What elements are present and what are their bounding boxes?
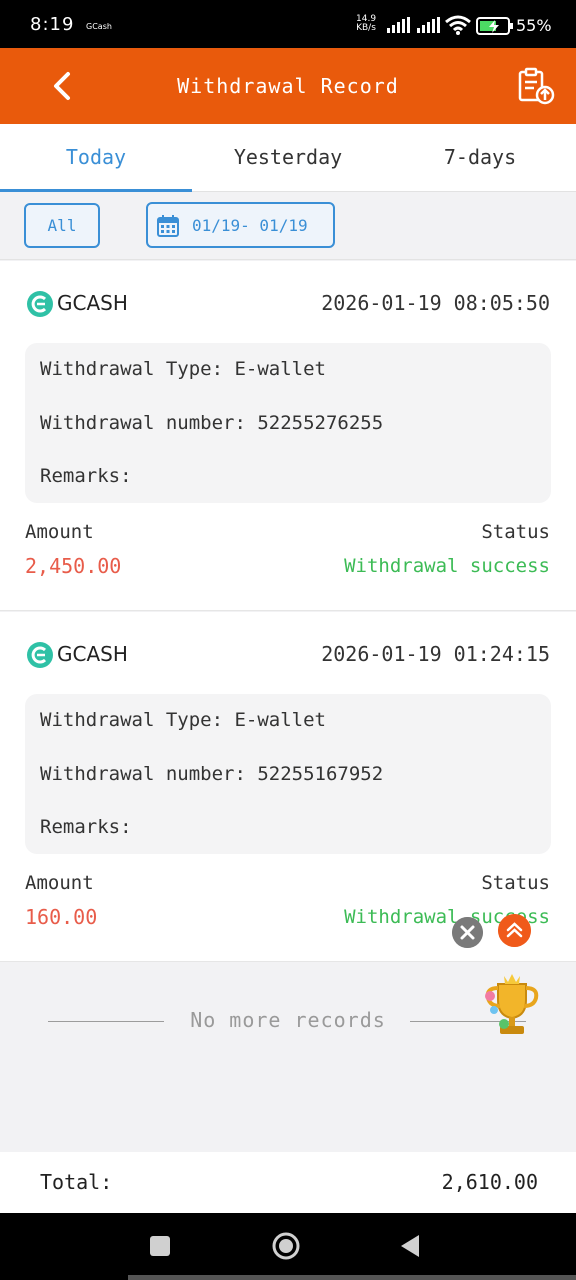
network-speed-unit: KB/s xyxy=(356,23,376,33)
scroll-to-top-icon[interactable] xyxy=(498,914,531,947)
record-channel: GCASH xyxy=(57,642,128,666)
withdrawal-record: GCASH 2026-01-19 08:05:50 Withdrawal Typ… xyxy=(0,261,576,611)
gesture-handle xyxy=(128,1275,576,1280)
status-label: Status xyxy=(481,521,550,543)
date-tabs: Today Yesterday 7-days xyxy=(0,124,576,192)
remarks: Remarks: xyxy=(40,465,132,487)
filter-bar: All 01/19- 01/19 xyxy=(0,192,576,260)
record-datetime: 2026-01-19 01:24:15 xyxy=(321,642,550,666)
notification-app-label: GCash xyxy=(86,22,112,31)
trophy-icon[interactable] xyxy=(480,970,544,1042)
date-range-text: 01/19- 01/19 xyxy=(192,216,308,235)
record-amount: 2,450.00 xyxy=(25,554,122,578)
date-range-button[interactable]: 01/19- 01/19 xyxy=(146,202,335,248)
home-icon[interactable] xyxy=(272,1232,300,1260)
withdrawal-record: GCASH 2026-01-19 01:24:15 Withdrawal Typ… xyxy=(0,612,576,962)
type-filter-button[interactable]: All xyxy=(24,203,100,248)
record-channel: GCASH xyxy=(57,291,128,315)
close-icon[interactable] xyxy=(452,917,483,948)
signal-icon xyxy=(387,17,410,33)
record-status: Withdrawal success xyxy=(344,555,550,577)
gcash-logo-icon xyxy=(27,642,53,668)
withdrawal-type: Withdrawal Type: E-wallet xyxy=(40,709,326,731)
total-value: 2,610.00 xyxy=(441,1170,538,1194)
record-datetime: 2026-01-19 08:05:50 xyxy=(321,291,550,315)
recent-apps-icon[interactable] xyxy=(150,1236,170,1256)
system-navigation-bar xyxy=(0,1213,576,1280)
wifi-icon xyxy=(445,15,471,35)
clipboard-upload-icon[interactable] xyxy=(514,66,556,106)
battery-percent: 55% xyxy=(516,16,552,35)
amount-label: Amount xyxy=(25,872,94,894)
signal-icon xyxy=(417,17,440,33)
status-bar: 8:19 GCash 14.9 KB/s 55% xyxy=(0,0,576,48)
withdrawal-number: Withdrawal number: 52255276255 xyxy=(40,412,384,434)
record-details: Withdrawal Type: E-wallet Withdrawal num… xyxy=(25,694,551,854)
tab-today[interactable]: Today xyxy=(0,124,192,192)
total-label: Total: xyxy=(40,1170,113,1194)
tab-yesterday[interactable]: Yesterday xyxy=(192,124,384,192)
back-icon[interactable] xyxy=(399,1233,421,1259)
record-amount: 160.00 xyxy=(25,905,98,929)
total-bar: Total: 2,610.00 xyxy=(0,1152,576,1213)
calendar-icon xyxy=(157,215,179,237)
tab-7-days[interactable]: 7-days xyxy=(384,124,576,192)
amount-label: Amount xyxy=(25,521,94,543)
withdrawal-number: Withdrawal number: 52255167952 xyxy=(40,763,384,785)
gcash-logo-icon xyxy=(27,291,53,317)
app-header: Withdrawal Record xyxy=(0,48,576,124)
page-title: Withdrawal Record xyxy=(177,74,399,98)
clock: 8:19 xyxy=(30,14,75,35)
remarks: Remarks: xyxy=(40,816,132,838)
network-speed: 14.9 KB/s xyxy=(356,15,376,33)
battery-icon xyxy=(476,17,513,35)
withdrawal-type: Withdrawal Type: E-wallet xyxy=(40,358,326,380)
status-label: Status xyxy=(481,872,550,894)
record-details: Withdrawal Type: E-wallet Withdrawal num… xyxy=(25,343,551,503)
